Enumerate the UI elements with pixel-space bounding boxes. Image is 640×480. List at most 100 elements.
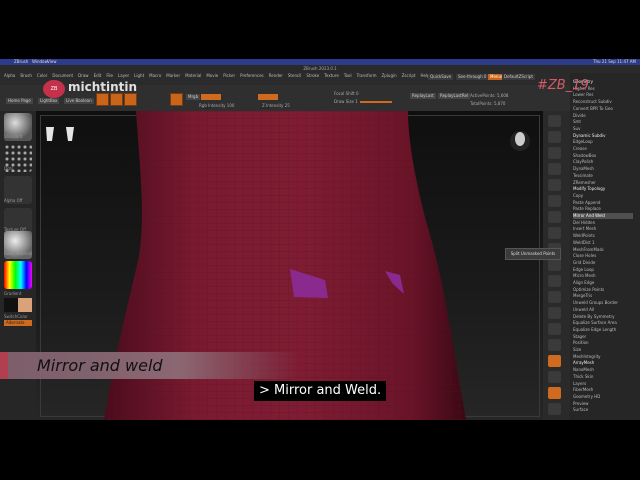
menu-edit[interactable]: Edit — [94, 73, 102, 78]
menu-movie[interactable]: Movie — [206, 73, 218, 78]
polyf-icon[interactable] — [548, 355, 561, 367]
gizmo-icon[interactable] — [548, 259, 561, 271]
tool-shadow-box[interactable]: ShadowBox — [573, 153, 596, 159]
tool-zremesher[interactable]: ZRemesher — [573, 180, 596, 186]
solo-icon[interactable] — [548, 387, 561, 399]
z-intensity-slider[interactable]: Z Intensity 25 — [262, 103, 290, 108]
tool-del-hidden[interactable]: Del Hidden — [573, 220, 595, 226]
scroll-icon[interactable] — [548, 147, 561, 159]
zoom-icon[interactable] — [548, 163, 561, 175]
menu-texture[interactable]: Texture — [324, 73, 339, 78]
menu-brush[interactable]: Brush — [20, 73, 32, 78]
tool-thick-skin[interactable]: Thick Skin — [573, 374, 593, 380]
tool-divide[interactable]: Divide — [573, 113, 586, 119]
menu-alpha[interactable]: Alpha — [4, 73, 15, 78]
tool-close-holes[interactable]: Close Holes — [573, 253, 596, 259]
menu-macro[interactable]: Macro — [149, 73, 161, 78]
color-picker[interactable] — [4, 261, 32, 289]
menu-render[interactable]: Render — [269, 73, 283, 78]
replay-last-button[interactable]: ReplayLast — [410, 93, 436, 99]
floor-icon[interactable] — [548, 227, 561, 239]
xpose-icon[interactable] — [548, 403, 561, 415]
tool-edge-loop-2[interactable]: Edge Loop — [573, 267, 594, 273]
see-through-slider[interactable]: See-through 0 — [456, 74, 489, 80]
tool-dyna-mesh[interactable]: DynaMesh — [573, 166, 594, 172]
quick-save-button[interactable]: QuickSave — [428, 74, 454, 80]
frame-icon[interactable] — [548, 275, 561, 287]
menu-stroke[interactable]: Stroke — [306, 73, 319, 78]
tool-convert-bpr[interactable]: Convert BPR To Geo — [573, 106, 613, 112]
tool-unweld-groups-border[interactable]: Unweld Groups Border — [573, 300, 618, 306]
tool-paste-append[interactable]: Paste Append — [573, 200, 600, 206]
tool-suv[interactable]: Suv — [573, 126, 580, 132]
menu-file[interactable]: File — [106, 73, 113, 78]
menu-stencil[interactable]: Stencil — [288, 73, 302, 78]
focal-shift-slider[interactable]: Focal Shift 0 — [334, 91, 359, 96]
tool-insert-mesh[interactable]: Insert Mesh — [573, 226, 596, 232]
actual-icon[interactable] — [548, 179, 561, 191]
alternate-button[interactable]: Alternate — [4, 320, 32, 326]
tool-equalize-surface-area[interactable]: Equalize Surface Area — [573, 320, 617, 326]
tool-layers[interactable]: Layers — [573, 381, 586, 387]
rotate-icon[interactable] — [548, 323, 561, 335]
tool-smt[interactable]: Smt — [573, 119, 581, 125]
tool-surface[interactable]: Surface — [573, 407, 588, 413]
main-color-swatch[interactable] — [4, 298, 18, 312]
aahalf-icon[interactable] — [548, 195, 561, 207]
tool-optimize-points[interactable]: Optimize Points — [573, 287, 604, 293]
draw-size-slider[interactable]: Draw Size 1 — [334, 99, 358, 104]
tool-equalize-edge-length[interactable]: Equalize Edge Length — [573, 327, 616, 333]
rgb-button[interactable]: Rgb — [201, 94, 221, 110]
replay-last-rel-button[interactable]: ReplayLastRel — [438, 93, 471, 99]
menu-document[interactable]: Document — [52, 73, 73, 78]
linefill-icon[interactable] — [548, 339, 561, 351]
menu-picker[interactable]: Picker — [223, 73, 235, 78]
menu-draw[interactable]: Draw — [78, 73, 88, 78]
tool-position[interactable]: Position — [573, 340, 589, 346]
menu-transform[interactable]: Transform — [357, 73, 377, 78]
zoom3d-icon[interactable] — [548, 307, 561, 319]
tool-reconstruct-subdiv[interactable]: Reconstruct Subdiv — [573, 99, 612, 105]
bpr-icon[interactable] — [548, 115, 561, 127]
menu-color[interactable]: Color — [37, 73, 47, 78]
tool-weld-dist[interactable]: WeldDist 1 — [573, 240, 595, 246]
tool-preview[interactable]: Preview — [573, 401, 589, 407]
rotate-mode-icon[interactable] — [170, 93, 183, 106]
tool-micro-mesh[interactable]: Micro Mesh — [573, 273, 596, 279]
tool-align-edge[interactable]: Align Edge — [573, 280, 594, 286]
tool-stager[interactable]: Stager — [573, 334, 586, 340]
tool-paste-replace[interactable]: Paste Replace — [573, 206, 601, 212]
tool-grid-divide[interactable]: Grid Divide — [573, 260, 595, 266]
persp-icon[interactable] — [548, 211, 561, 223]
tool-merge-tris[interactable]: MergeTris — [573, 293, 592, 299]
menu-light[interactable]: Light — [134, 73, 144, 78]
mrgb-button[interactable]: Mrgb — [186, 94, 201, 100]
tool-copy[interactable]: Copy — [573, 193, 583, 199]
secondary-color-swatch[interactable] — [18, 298, 32, 312]
tool-unweld-all[interactable]: Unweld All — [573, 307, 594, 313]
home-page-button[interactable]: Home Page — [6, 98, 33, 104]
switch-color-label[interactable]: SwitchColor — [4, 314, 28, 319]
tool-edge-loop[interactable]: EdgeLoop — [573, 139, 593, 145]
default-zscript-button[interactable]: DefaultZScript — [502, 74, 535, 80]
tool-mirror-and-weld[interactable]: Mirror And Weld — [573, 213, 633, 219]
move-icon[interactable] — [548, 291, 561, 303]
tool-tessimate[interactable]: Tessimate — [573, 173, 593, 179]
menu-marker[interactable]: Marker — [166, 73, 180, 78]
tool-mesh-integrity[interactable]: MeshIntegrity — [573, 354, 601, 360]
tool-fiber-mesh[interactable]: FiberMesh — [573, 387, 593, 393]
menu-tool[interactable]: Tool — [344, 73, 352, 78]
transp-icon[interactable] — [548, 371, 561, 383]
menu-layer[interactable]: Layer — [118, 73, 129, 78]
tool-crease[interactable]: Crease — [573, 146, 587, 152]
menu-zplugin[interactable]: Zplugin — [382, 73, 397, 78]
tool-weld-points[interactable]: WeldPoints — [573, 233, 595, 239]
tool-clay-polish[interactable]: ClayPolish — [573, 159, 593, 165]
tool-nano-mesh[interactable]: NanoMesh — [573, 367, 594, 373]
menu-zscript[interactable]: Zscript — [402, 73, 416, 78]
tool-lower-res[interactable]: Lower Res — [573, 92, 593, 98]
tool-geometry-hd[interactable]: Geometry HD — [573, 394, 600, 400]
tool-size[interactable]: Size — [573, 347, 581, 353]
lightbox-button[interactable]: LightBox — [38, 98, 60, 104]
zadd-button[interactable]: Zadd — [258, 94, 278, 110]
